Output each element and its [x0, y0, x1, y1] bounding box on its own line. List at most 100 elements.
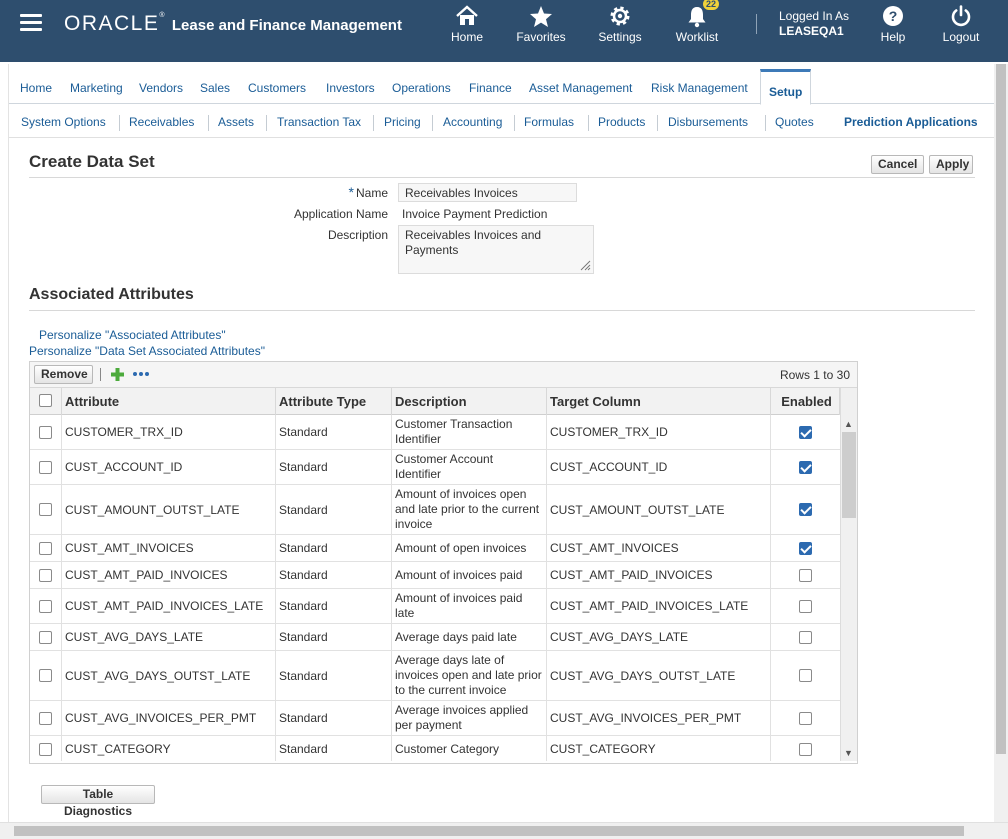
page-vertical-scrollbar[interactable]	[994, 64, 1008, 822]
enabled-checkbox[interactable]	[799, 503, 812, 516]
row-select-checkbox[interactable]	[39, 425, 52, 439]
select-all-checkbox[interactable]	[39, 394, 52, 407]
tab-investors[interactable]: Investors	[326, 81, 375, 95]
row-select-checkbox[interactable]	[39, 460, 52, 474]
tab-setup[interactable]: Setup	[760, 69, 812, 105]
column-header-target-column[interactable]: Target Column	[547, 388, 771, 415]
attribute-cell: CUSTOMER_TRX_ID	[62, 415, 276, 449]
table-row[interactable]: CUST_ACCOUNT_ID Standard Customer Account …	[30, 450, 840, 485]
subtab-system-options[interactable]: System Options	[21, 115, 106, 129]
menu-icon[interactable]	[20, 14, 42, 32]
tab-sales[interactable]: Sales	[200, 81, 230, 95]
nav-logout[interactable]: Logout	[938, 0, 984, 62]
row-select-cell	[30, 651, 62, 700]
tab-marketing[interactable]: Marketing	[70, 81, 123, 95]
row-select-checkbox[interactable]	[39, 630, 52, 644]
remove-button[interactable]: Remove	[34, 365, 93, 384]
page-horizontal-scrollbar-thumb[interactable]	[14, 826, 964, 836]
enabled-checkbox[interactable]	[799, 460, 812, 474]
more-actions-icon[interactable]	[132, 371, 150, 377]
nav-settings[interactable]: Settings	[593, 0, 647, 62]
page-horizontal-scrollbar[interactable]	[0, 822, 1008, 839]
title-divider	[29, 177, 975, 178]
target-column-cell: CUST_AVG_INVOICES_PER_PMT	[547, 701, 771, 735]
row-select-cell	[30, 535, 62, 561]
subtab-disbursements[interactable]: Disbursements	[668, 115, 748, 129]
column-header-description[interactable]: Description	[392, 388, 547, 415]
nav-help[interactable]: ? Help	[874, 0, 912, 62]
table-scrollbar-thumb[interactable]	[842, 432, 856, 518]
row-select-checkbox[interactable]	[39, 599, 52, 613]
row-select-checkbox[interactable]	[39, 669, 52, 682]
nav-favorites[interactable]: Favorites	[511, 0, 571, 62]
subtab-quotes[interactable]: Quotes	[775, 115, 814, 129]
add-icon[interactable]	[110, 367, 125, 382]
table-row[interactable]: CUST_AMT_INVOICES Standard Amount of open …	[30, 535, 840, 562]
table-row[interactable]: CUST_AVG_DAYS_OUTST_LATE Standard Average …	[30, 651, 840, 701]
enabled-checkbox[interactable]	[799, 669, 812, 682]
column-header-attribute-type[interactable]: Attribute Type	[276, 388, 392, 415]
enabled-checkbox[interactable]	[799, 742, 812, 756]
enabled-checkbox[interactable]	[799, 599, 812, 613]
subtab-divider	[373, 115, 374, 131]
table-row[interactable]: CUSTOMER_TRX_ID Standard Customer Transact…	[30, 415, 840, 450]
enabled-cell	[771, 589, 840, 623]
scroll-up-icon[interactable]: ▲	[844, 419, 853, 429]
table-scrollbar[interactable]: ▲ ▼	[840, 388, 857, 761]
attribute-type-cell: Standard	[276, 736, 392, 761]
row-select-checkbox[interactable]	[39, 742, 52, 756]
enabled-checkbox[interactable]	[799, 568, 812, 582]
enabled-checkbox[interactable]	[799, 541, 812, 555]
required-indicator: *	[348, 184, 354, 200]
page-vertical-scrollbar-thumb[interactable]	[996, 64, 1006, 754]
description-cell: Customer Account Identifier	[392, 450, 547, 484]
tab-customers[interactable]: Customers	[248, 81, 306, 95]
attribute-type-cell: Standard	[276, 651, 392, 700]
enabled-checkbox[interactable]	[799, 711, 812, 725]
subtab-formulas[interactable]: Formulas	[524, 115, 574, 129]
name-input[interactable]	[398, 183, 577, 202]
table-body: CUSTOMER_TRX_ID Standard Customer Transact…	[30, 415, 840, 761]
tab-risk-management[interactable]: Risk Management	[651, 81, 748, 95]
tab-asset-management[interactable]: Asset Management	[529, 81, 632, 95]
table-diagnostics-button[interactable]: Table Diagnostics	[41, 785, 155, 818]
description-textarea[interactable]: Receivables Invoices and Payments	[398, 225, 594, 274]
table-row[interactable]: CUST_AMT_PAID_INVOICES_LATE Standard Amoun…	[30, 589, 840, 624]
nav-home[interactable]: Home	[444, 0, 490, 62]
nav-worklist[interactable]: 22 Worklist	[671, 0, 723, 62]
cancel-button[interactable]: Cancel	[871, 155, 924, 174]
row-select-checkbox[interactable]	[39, 568, 52, 582]
personalize-data-set-link[interactable]: Personalize "Data Set Associated Attribu…	[29, 344, 265, 358]
subtab-divider	[432, 115, 433, 131]
row-select-checkbox[interactable]	[39, 541, 52, 555]
subtab-receivables[interactable]: Receivables	[129, 115, 194, 129]
tab-home[interactable]: Home	[20, 81, 52, 95]
table-row[interactable]: CUST_AVG_DAYS_LATE Standard Average days p…	[30, 624, 840, 651]
enabled-cell	[771, 701, 840, 735]
row-select-checkbox[interactable]	[39, 503, 52, 516]
subtab-assets[interactable]: Assets	[218, 115, 254, 129]
subtab-transaction-tax[interactable]: Transaction Tax	[277, 115, 361, 129]
table-row[interactable]: CUST_AMT_PAID_INVOICES Standard Amount of …	[30, 562, 840, 589]
table-row[interactable]: CUST_CATEGORY Standard Customer Category CU…	[30, 736, 840, 761]
enabled-checkbox[interactable]	[799, 425, 812, 439]
tab-vendors[interactable]: Vendors	[139, 81, 183, 95]
subtab-prediction-applications[interactable]: Prediction Applications	[844, 115, 978, 129]
column-header-enabled[interactable]: Enabled	[771, 388, 840, 415]
resize-handle-icon[interactable]	[580, 260, 591, 271]
tab-finance[interactable]: Finance	[469, 81, 512, 95]
table-row[interactable]: CUST_AVG_INVOICES_PER_PMT Standard Average…	[30, 701, 840, 736]
apply-button[interactable]: Apply	[929, 155, 973, 174]
column-header-attribute[interactable]: Attribute	[62, 388, 276, 415]
personalize-associated-attributes-link[interactable]: Personalize "Associated Attributes"	[39, 328, 226, 342]
select-all-header	[30, 388, 62, 415]
subtab-pricing[interactable]: Pricing	[384, 115, 421, 129]
subtab-accounting[interactable]: Accounting	[443, 115, 502, 129]
tab-operations[interactable]: Operations	[392, 81, 451, 95]
attributes-table: Remove Rows 1 to 30 Attribute Attribute …	[29, 361, 858, 764]
scroll-down-icon[interactable]: ▼	[844, 748, 853, 758]
row-select-checkbox[interactable]	[39, 711, 52, 725]
table-row[interactable]: CUST_AMOUNT_OUTST_LATE Standard Amount of …	[30, 485, 840, 535]
subtab-products[interactable]: Products	[598, 115, 645, 129]
enabled-checkbox[interactable]	[799, 630, 812, 644]
